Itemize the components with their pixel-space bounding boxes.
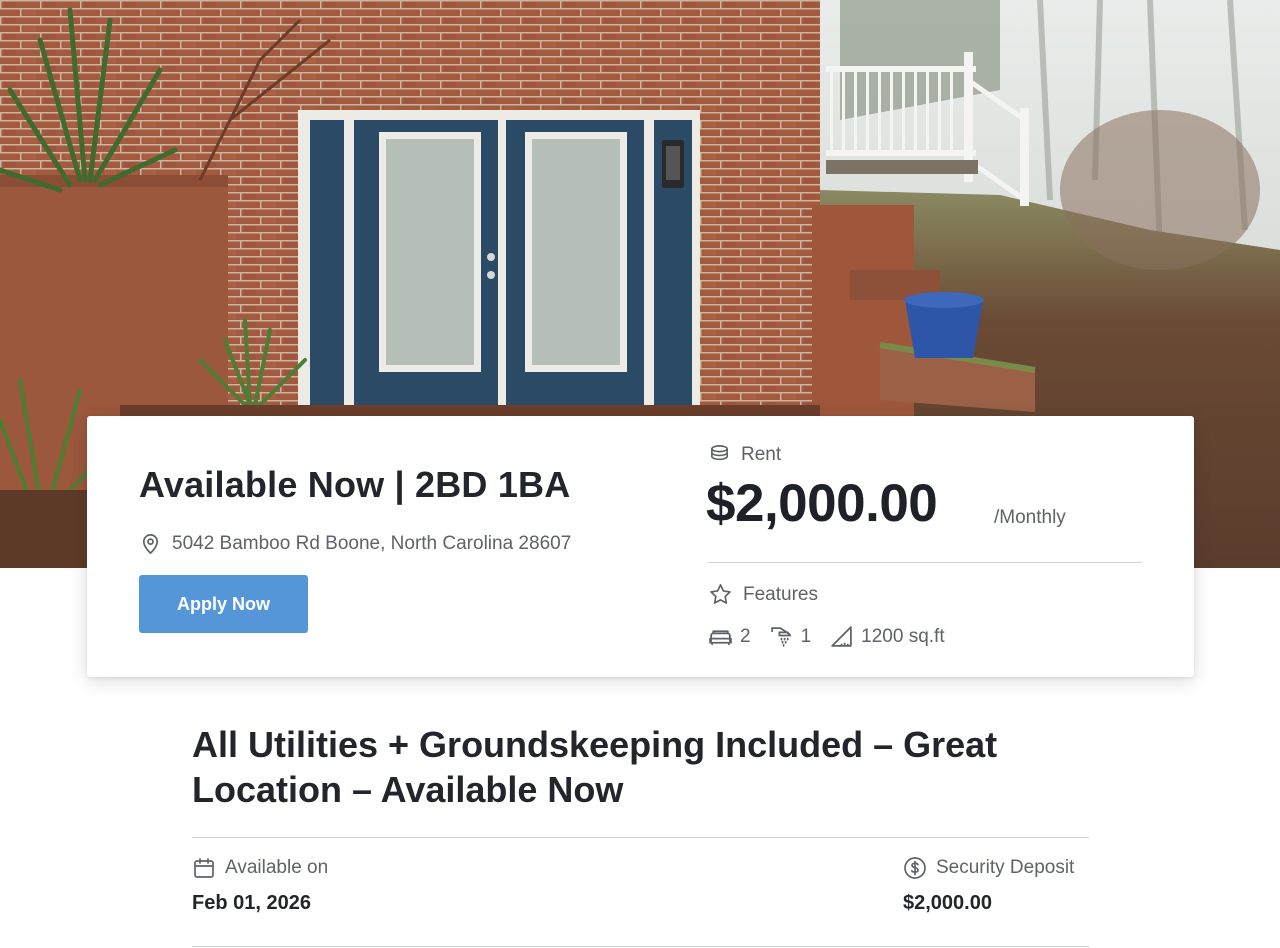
map-pin-icon: [142, 534, 159, 554]
dollar-circle-icon: [904, 857, 926, 879]
apply-now-button[interactable]: Apply Now: [139, 575, 308, 633]
address-text: 5042 Bamboo Rd Boone, North Carolina 286…: [172, 532, 572, 554]
bathrooms-count: 1: [800, 625, 812, 647]
bathrooms-feature: 1: [769, 624, 812, 649]
address: 5042 Bamboo Rd Boone, North Carolina 286…: [139, 532, 571, 555]
available-date: Feb 01, 2026: [192, 892, 311, 914]
security-deposit-value: $2,000.00: [903, 892, 992, 914]
security-deposit-label: Security Deposit: [903, 856, 1074, 880]
coins-icon: [711, 445, 728, 461]
rent-period: /Monthly: [994, 507, 1066, 528]
available-on-label: Available on: [192, 856, 328, 880]
listing-title: Available Now | 2BD 1BA: [139, 464, 571, 505]
rent-price: $2,000.00: [706, 474, 938, 533]
rent-label: Rent: [708, 443, 781, 466]
area-feature: 1200 sq.ft: [829, 624, 945, 649]
section-divider-bottom: [192, 946, 1089, 947]
shower-icon: [770, 627, 792, 647]
ruler-triangle-icon: [831, 626, 852, 647]
bed-icon: [709, 630, 732, 645]
listing-headline: All Utilities + Groundskeeping Included …: [192, 724, 998, 810]
card-divider: [708, 562, 1142, 563]
star-icon: [710, 584, 731, 604]
bedrooms-count: 2: [740, 625, 751, 647]
available-on-text: Available on: [225, 857, 329, 878]
bedrooms-feature: 2: [708, 624, 751, 649]
features-label-text: Features: [743, 583, 818, 605]
section-divider-top: [192, 837, 1089, 838]
security-deposit-text: Security Deposit: [936, 857, 1075, 878]
features-label: Features: [708, 582, 818, 607]
area-value: 1200 sq.ft: [861, 625, 945, 647]
features-list: 2 1 1200 sq.ft: [708, 624, 963, 649]
calendar-icon: [194, 858, 214, 878]
rent-label-text: Rent: [741, 443, 782, 465]
listing-card: Available Now | 2BD 1BA 5042 Bamboo Rd B…: [87, 416, 1194, 677]
